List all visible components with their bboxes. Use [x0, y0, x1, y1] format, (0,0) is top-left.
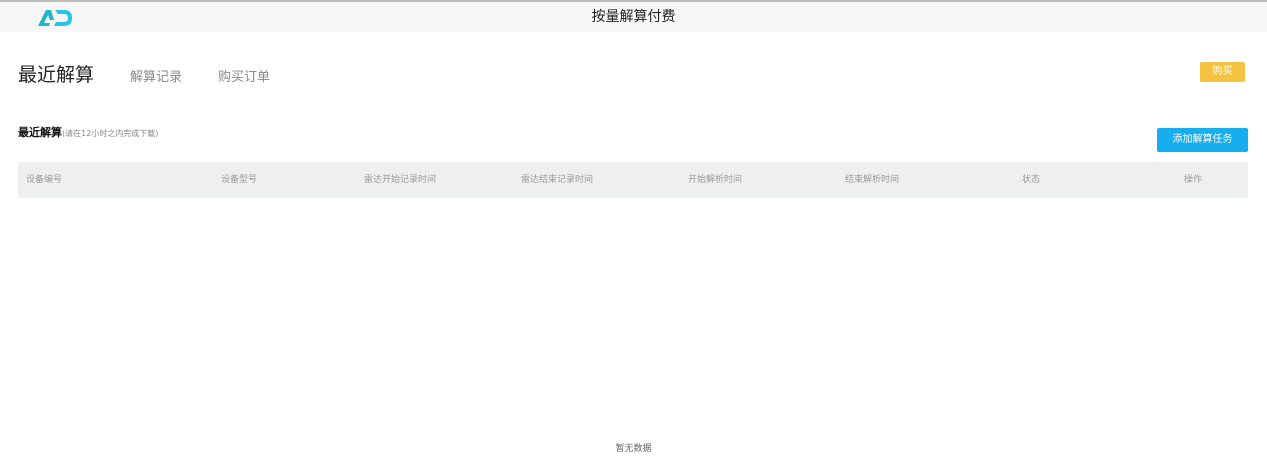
tab-purchase-orders[interactable]: 购买订单 [218, 66, 270, 85]
title-bar: 按量解算付费 [0, 0, 1267, 32]
column-radar-start-time: 雷达开始记录时间 [364, 175, 437, 185]
add-task-button[interactable]: 添加解算任务 [1157, 128, 1248, 152]
section-title: 最近解算(请在12小时之内完成下载) [18, 124, 158, 140]
empty-state-text: 暂无数据 [615, 444, 652, 454]
column-actions: 操作 [1184, 175, 1203, 185]
tab-calculation-records[interactable]: 解算记录 [130, 66, 182, 85]
column-parse-start-time: 开始解析时间 [688, 175, 743, 185]
column-status: 状态 [1022, 175, 1041, 185]
section-note: (请在12小时之内完成下载) [62, 129, 159, 138]
column-radar-end-time: 雷达结束记录时间 [521, 175, 594, 185]
column-parse-end-time: 结束解析时间 [845, 175, 900, 185]
buy-button[interactable]: 购买 [1200, 62, 1245, 82]
section-title-text: 最近解算 [18, 126, 62, 139]
window-title: 按量解算付费 [591, 9, 676, 25]
tab-recent-calculation[interactable]: 最近解算 [18, 60, 94, 87]
column-device-model: 设备型号 [221, 175, 258, 185]
table-header: 设备编号 设备型号 雷达开始记录时间 雷达结束记录时间 开始解析时间 结束解析时… [18, 162, 1248, 198]
column-device-id: 设备编号 [26, 175, 63, 185]
tab-bar: 最近解算 解算记录 购买订单 [18, 60, 306, 90]
